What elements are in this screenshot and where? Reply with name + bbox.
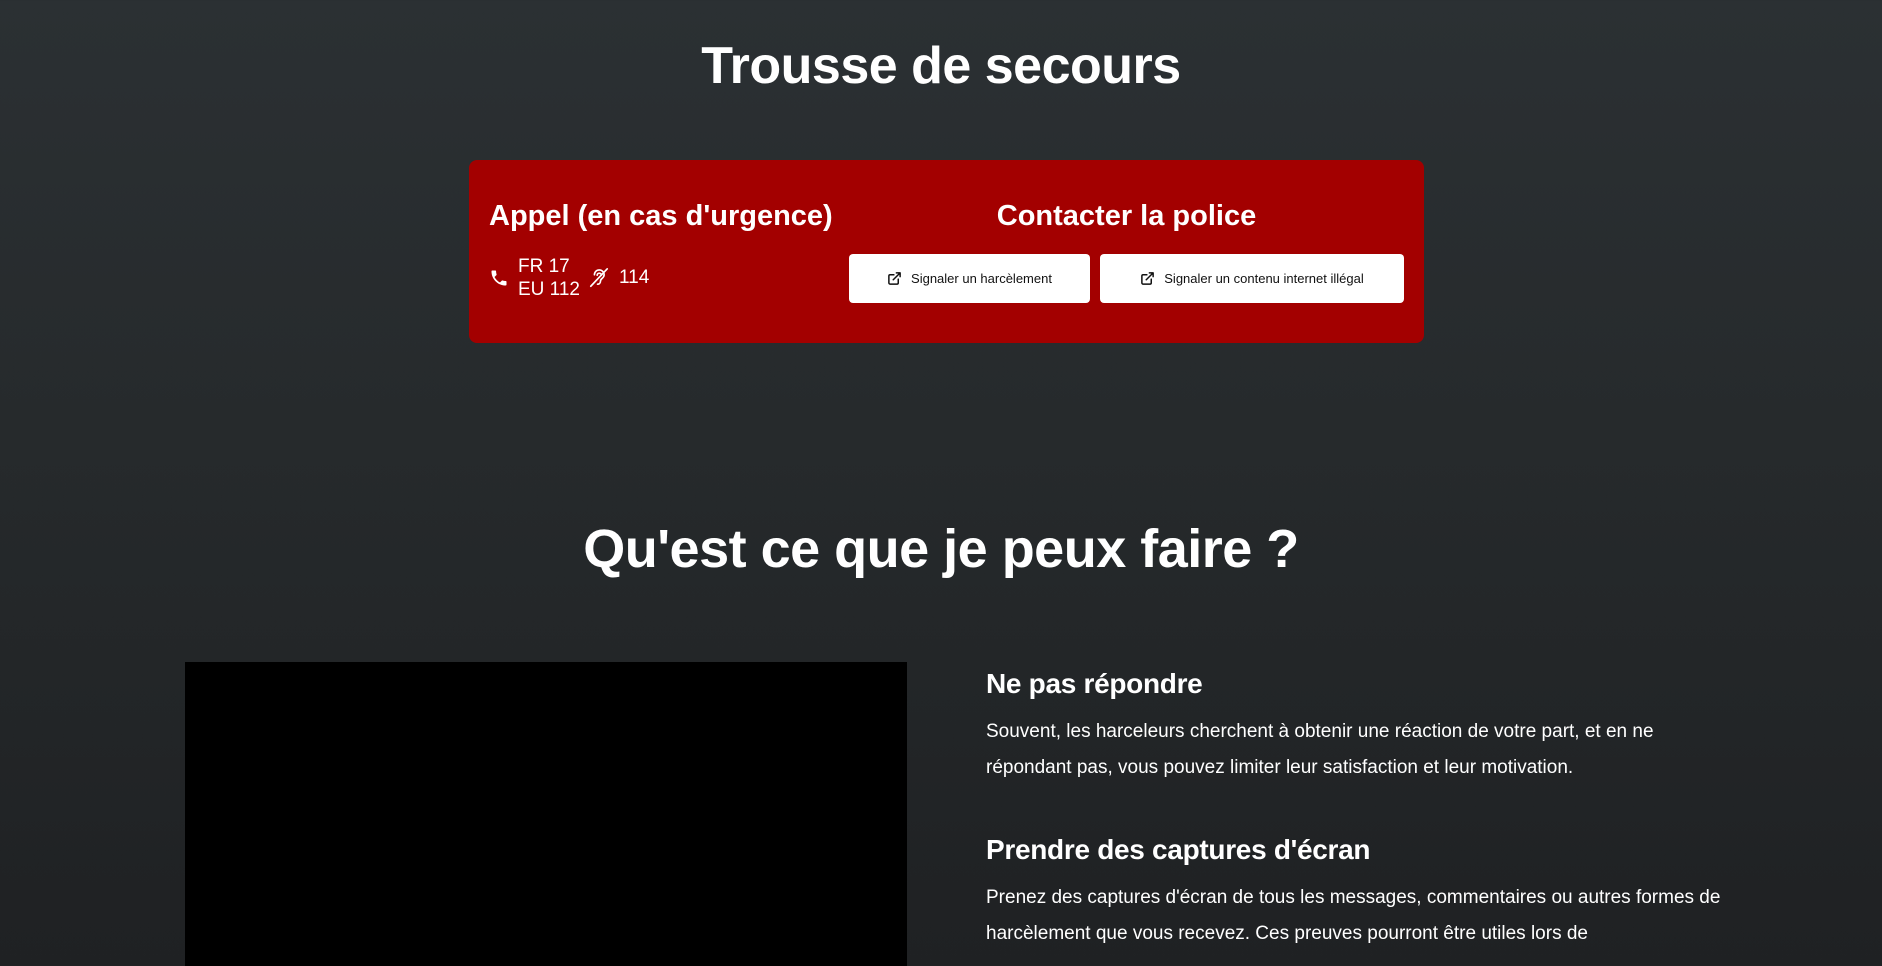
emergency-card: Appel (en cas d'urgence) FR 17 EU 112 11… (469, 160, 1424, 343)
number-deaf[interactable]: 114 (619, 267, 649, 289)
tips-list: Ne pas répondre Souvent, les harceleurs … (986, 668, 1726, 966)
emergency-numbers: FR 17 EU 112 114 (489, 255, 649, 301)
deaf-icon (589, 268, 609, 288)
report-illegal-content-button[interactable]: Signaler un contenu internet illégal (1100, 254, 1404, 303)
police-heading: Contacter la police (996, 200, 1257, 232)
phone-numbers: FR 17 EU 112 (518, 255, 580, 301)
number-eu[interactable]: EU 112 (518, 278, 580, 301)
video-player[interactable] (185, 662, 907, 966)
phone-icon (491, 270, 507, 286)
section-title: Qu'est ce que je peux faire ? (583, 519, 1299, 579)
report-harassment-button[interactable]: Signaler un harcèlement (849, 254, 1090, 303)
page-title: Trousse de secours (701, 37, 1181, 95)
number-fr[interactable]: FR 17 (518, 255, 580, 278)
tip-text: Prenez des captures d'écran de tous les … (986, 887, 1721, 944)
call-heading: Appel (en cas d'urgence) (489, 200, 833, 232)
external-link-icon (1141, 272, 1155, 285)
tip-title: Prendre des captures d'écran (986, 834, 1371, 865)
tip-title: Ne pas répondre (986, 668, 1203, 699)
report-illegal-content-label: Signaler un contenu internet illégal (1164, 271, 1364, 286)
tip-text: Souvent, les harceleurs cherchent à obte… (986, 721, 1654, 778)
external-link-icon (888, 272, 901, 285)
report-harassment-label: Signaler un harcèlement (911, 271, 1052, 286)
